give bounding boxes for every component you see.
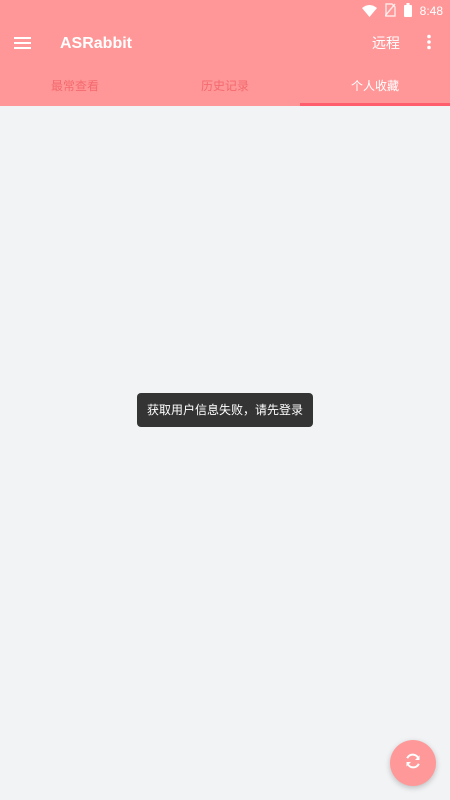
app-screen: 8:48 ASRabbit 远程 最常查看 历史记录 个人收藏 获取用户信息失败… xyxy=(0,0,450,800)
tab-label: 个人收藏 xyxy=(350,79,399,93)
tab-most-viewed[interactable]: 最常查看 xyxy=(0,66,150,106)
tab-history[interactable]: 历史记录 xyxy=(150,66,300,106)
status-icons: 8:48 xyxy=(361,2,443,21)
battery-icon xyxy=(403,2,412,21)
tab-label: 历史记录 xyxy=(200,79,249,93)
status-bar: 8:48 xyxy=(0,0,450,22)
toolbar: ASRabbit 远程 xyxy=(0,22,450,66)
tab-bar: 最常查看 历史记录 个人收藏 xyxy=(0,66,450,106)
toast-message: 获取用户信息失败，请先登录 xyxy=(137,393,313,427)
status-time: 8:48 xyxy=(419,4,443,18)
no-sim-icon xyxy=(384,2,396,21)
hamburger-menu-icon xyxy=(14,35,32,54)
app-title: ASRabbit xyxy=(60,35,132,52)
menu-button[interactable] xyxy=(10,31,36,57)
tab-label: 最常查看 xyxy=(50,79,99,93)
refresh-icon xyxy=(403,751,423,775)
more-vertical-icon xyxy=(426,34,432,54)
tab-active-indicator xyxy=(300,103,450,106)
remote-button[interactable]: 远程 xyxy=(372,22,400,66)
more-options-button[interactable] xyxy=(416,31,442,57)
tab-favorites[interactable]: 个人收藏 xyxy=(300,66,450,106)
refresh-fab[interactable] xyxy=(390,740,436,786)
app-header: 8:48 ASRabbit 远程 最常查看 历史记录 个人收藏 xyxy=(0,0,450,106)
wifi-icon xyxy=(361,2,377,21)
